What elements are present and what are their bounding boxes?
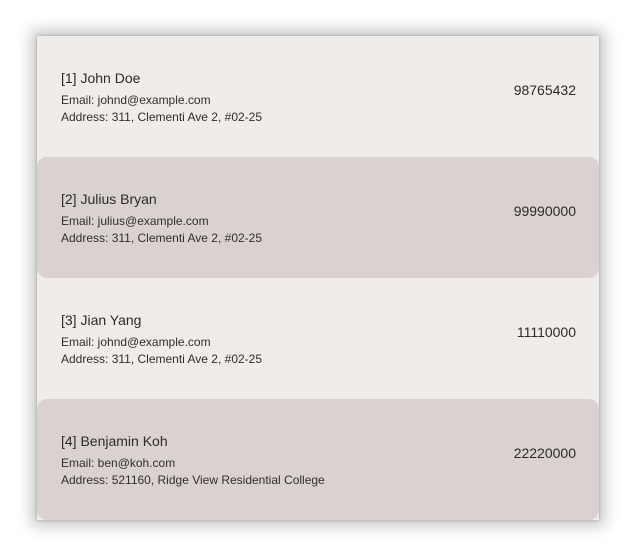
contact-phone: 22220000 xyxy=(513,445,576,461)
contact-phone: 11110000 xyxy=(516,324,576,340)
contact-name: [3] Jian Yang xyxy=(61,312,142,328)
contact-address: Address: 311, Clementi Ave 2, #02-25 xyxy=(61,110,263,124)
contact-email: Email: ben@koh.com xyxy=(61,456,176,470)
contact-address: Address: 311, Clementi Ave 2, #02-25 xyxy=(61,231,263,245)
contact-name: [4] Benjamin Koh xyxy=(61,433,168,449)
contact-phone: 98765432 xyxy=(513,82,576,98)
contact-name: [2] Julius Bryan xyxy=(61,191,157,207)
contact-email: Email: johnd@example.com xyxy=(61,335,211,349)
contact-name: [1] John Doe xyxy=(61,70,141,86)
contact-list-panel: [1] John Doe Email: johnd@example.com Ad… xyxy=(37,36,599,520)
contact-email: Email: johnd@example.com xyxy=(61,93,211,107)
contact-address: Address: 311, Clementi Ave 2, #02-25 xyxy=(61,352,263,366)
contact-card-2[interactable]: [2] Julius Bryan Email: julius@example.c… xyxy=(37,157,599,278)
contact-card-1[interactable]: [1] John Doe Email: johnd@example.com Ad… xyxy=(37,36,599,157)
contact-card-4[interactable]: [4] Benjamin Koh Email: ben@koh.com Addr… xyxy=(37,399,599,520)
contact-address: Address: 521160, Ridge View Residential … xyxy=(61,473,325,487)
contact-email: Email: julius@example.com xyxy=(61,214,209,228)
contact-phone: 99990000 xyxy=(513,203,576,219)
contact-card-3[interactable]: [3] Jian Yang Email: johnd@example.com A… xyxy=(37,278,599,399)
